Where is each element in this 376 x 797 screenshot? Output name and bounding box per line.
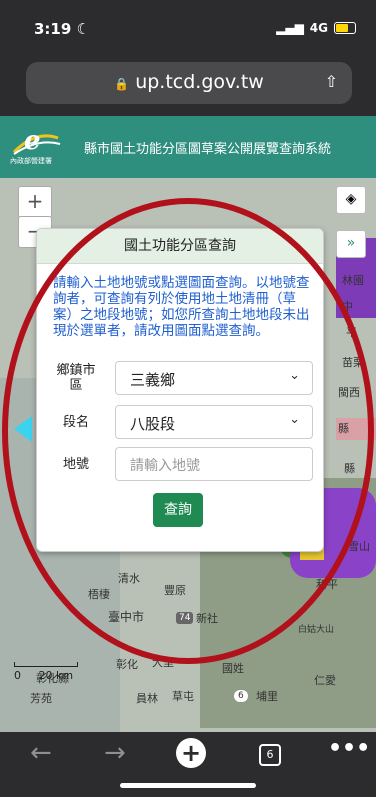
map-label: 雪山 <box>348 540 370 553</box>
map-label: 和平 <box>316 578 338 591</box>
scale-zero: 0 <box>14 669 21 682</box>
lock-icon: 🔒 <box>114 77 130 91</box>
logo-letter: e <box>24 126 41 156</box>
scale-label: 20 km <box>38 669 74 682</box>
map-label: 埔里 <box>256 690 278 703</box>
address-bar[interactable]: 🔒 up.tcd.gov.tw ⇧ <box>26 62 352 104</box>
township-row: 鄉鎮市區 三義鄉 ⌄ <box>53 361 315 395</box>
township-label: 鄉鎮市區 <box>56 363 96 393</box>
map-label: 白姑大山 <box>298 625 335 635</box>
chevron-double-right-icon: » <box>346 235 356 251</box>
scale-bar <box>14 662 78 667</box>
url-text[interactable]: 🔒 up.tcd.gov.tw <box>26 71 352 93</box>
home-indicator <box>120 783 256 788</box>
agency-name: 內政部營建署 <box>10 157 52 165</box>
page-title: 縣市國土功能分區圖草案公開展覽查詢系統 <box>84 142 332 157</box>
township-value: 三義鄉 <box>130 371 176 389</box>
expand-panel-button[interactable]: » <box>336 230 366 258</box>
battery-icon <box>334 22 356 34</box>
moon-icon: ☾ <box>76 20 90 38</box>
map-label: 林園 <box>342 274 364 287</box>
layers-icon: ◈ <box>345 191 357 207</box>
query-panel: 國土功能分區查詢 請輸入土地地號或點選圖面查詢。以地號查詢者，可查詢有列於使用地… <box>36 228 324 552</box>
query-notice: 請輸入土地地號或點選圖面查詢。以地號查詢者，可查詢有列於使用地土地清冊（草案）之… <box>53 275 310 339</box>
more-menu-button[interactable]: ••• <box>328 736 370 761</box>
map-label: 梧棲 <box>88 588 110 601</box>
browser-chrome: 🔒 up.tcd.gov.tw ⇧ <box>0 46 376 116</box>
status-right: ▂▄▆ 4G <box>276 21 356 35</box>
panel-collapse-arrow[interactable] <box>14 416 32 442</box>
chevron-down-icon: ⌄ <box>289 368 300 383</box>
section-value: 八股段 <box>130 415 176 433</box>
township-select[interactable]: 三義鄉 ⌄ <box>115 361 313 395</box>
map-label: 縣 <box>338 422 349 435</box>
share-icon[interactable]: ⇧ <box>325 72 338 91</box>
map-label: 國姓 <box>222 662 244 675</box>
map-label: 平 <box>346 326 357 339</box>
route-badge: 6 <box>234 690 248 702</box>
agency-logo: e 內政部營建署 <box>10 126 62 170</box>
map-scale: 0 20 km <box>14 662 78 682</box>
route-badge: 74 <box>176 612 194 624</box>
status-bar: 3:19 ☾ ▂▄▆ 4G <box>0 0 376 46</box>
map-label: 員林 <box>136 692 158 705</box>
lot-label: 地號 <box>62 456 89 472</box>
map-label: 臺中市 <box>108 610 145 624</box>
map-label: 大里 <box>152 656 174 669</box>
url-label: up.tcd.gov.tw <box>135 71 264 93</box>
lot-placeholder: 請輸入地號 <box>130 458 200 474</box>
layers-button[interactable]: ◈ <box>336 186 366 214</box>
map-label: 縣 <box>344 462 355 475</box>
signal-bars-icon: ▂▄▆ <box>276 21 304 35</box>
map-label: 豐原 <box>164 584 186 597</box>
lot-number-input[interactable]: 請輸入地號 <box>115 447 313 481</box>
chevron-down-icon: ⌄ <box>289 412 300 427</box>
map-view[interactable]: 清水 豐原 梧棲 臺中市 新社 彰化 大里 國姓 和平 白姑大山 仁愛 草屯 埔… <box>0 178 376 732</box>
map-label: 新社 <box>196 612 218 625</box>
map-label: 草屯 <box>172 690 194 703</box>
new-tab-button[interactable]: + <box>176 738 206 768</box>
map-label: 苗栗 <box>342 356 364 369</box>
map-label: 仁愛 <box>314 674 336 687</box>
status-time: 3:19 ☾ <box>34 20 90 38</box>
map-label: 閩西 <box>338 386 360 399</box>
map-label: 中 <box>342 300 353 313</box>
query-button[interactable]: 查詢 <box>153 493 203 527</box>
section-label: 段名 <box>62 414 89 430</box>
map-label: 芳苑 <box>30 692 52 705</box>
section-select[interactable]: 八股段 ⌄ <box>115 405 313 439</box>
map-label: 清水 <box>118 572 140 585</box>
query-panel-title: 國土功能分區查詢 <box>37 229 323 264</box>
zoom-in-button[interactable]: + <box>18 186 52 218</box>
lot-row: 地號 請輸入地號 <box>53 447 315 481</box>
tab-switcher-button[interactable]: 6 <box>259 744 281 766</box>
network-label: 4G <box>309 21 328 35</box>
map-label: 彰化 <box>116 658 138 671</box>
back-arrow-icon[interactable]: ← <box>30 738 52 768</box>
section-row: 段名 八股段 ⌄ <box>53 405 315 439</box>
site-header: e 內政部營建署 縣市國土功能分區圖草案公開展覽查詢系統 <box>0 116 376 178</box>
forward-arrow-icon[interactable]: → <box>104 738 126 768</box>
